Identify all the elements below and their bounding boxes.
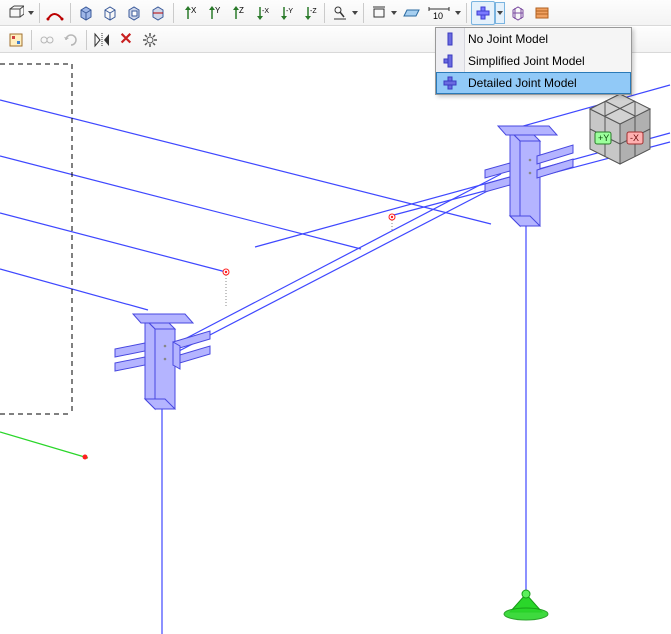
model-svg: +Y -X (0, 54, 671, 634)
delete-button[interactable]: ✕ (115, 29, 137, 51)
joint-simple-icon (440, 52, 460, 70)
microscope-button[interactable] (329, 2, 351, 24)
rotate-button[interactable] (60, 29, 82, 51)
toolbar-separator (86, 30, 87, 50)
axis-neg-x-button[interactable]: -X (250, 2, 272, 24)
menu-detailed-joint-model[interactable]: Detailed Joint Model (436, 72, 631, 94)
toolbar-separator (70, 3, 71, 23)
model-viewport[interactable]: +Y -X (0, 54, 671, 634)
box-cut-button[interactable] (123, 2, 145, 24)
isometric-dropdown-arrow[interactable] (27, 2, 35, 24)
joint-model-dropdown-arrow[interactable] (495, 2, 505, 24)
axis-neg-y-button[interactable]: -Y (274, 2, 296, 24)
gear-button[interactable] (139, 29, 161, 51)
isometric-view-button[interactable] (5, 2, 27, 24)
menu-item-label: Simplified Joint Model (468, 54, 625, 68)
svg-text:X: X (191, 6, 197, 15)
svg-text:10: 10 (433, 11, 443, 21)
axis-neg-z-button[interactable]: -Z (298, 2, 320, 24)
menu-simplified-joint-model[interactable]: Simplified Joint Model (436, 50, 631, 72)
microscope-dropdown-arrow[interactable] (351, 2, 359, 24)
joint-model-dropdown: No Joint Model Simplified Joint Model De… (435, 27, 632, 95)
joint-detail-icon (440, 74, 460, 92)
toolbar-separator (363, 3, 364, 23)
svg-text:Z: Z (239, 6, 244, 15)
main-toolbar: X Y Z -X -Y -Z 10 (0, 0, 671, 26)
box-solid-button[interactable] (75, 2, 97, 24)
box-select-button[interactable] (368, 2, 390, 24)
dim-dropdown-arrow[interactable] (454, 2, 462, 24)
axis-gizmo: +Y -X (590, 94, 650, 164)
svg-text:-X: -X (262, 8, 269, 15)
axis-z-button[interactable]: Z (226, 2, 248, 24)
toolbar-separator (31, 30, 32, 50)
dim-10-button[interactable]: 10 (424, 2, 454, 24)
render-button[interactable] (5, 29, 27, 51)
box-select-dropdown-arrow[interactable] (390, 2, 398, 24)
svg-text:-Z: -Z (310, 8, 317, 15)
menu-no-joint-model[interactable]: No Joint Model (436, 28, 631, 50)
stack-button[interactable] (531, 2, 553, 24)
toolbar-separator (173, 3, 174, 23)
plane-button[interactable] (400, 2, 422, 24)
box-slice-button[interactable] (147, 2, 169, 24)
section-button[interactable] (44, 2, 66, 24)
axis-x-button[interactable]: X (178, 2, 200, 24)
joint-model-button[interactable] (471, 1, 495, 25)
link-button[interactable] (36, 29, 58, 51)
axis-x-label: -X (630, 133, 639, 143)
menu-item-label: No Joint Model (468, 32, 625, 46)
menu-item-label: Detailed Joint Model (468, 76, 625, 90)
grid-3d-button[interactable] (507, 2, 529, 24)
axis-y-button[interactable]: Y (202, 2, 224, 24)
svg-text:Y: Y (215, 6, 221, 15)
delete-x-icon: ✕ (119, 32, 132, 48)
toolbar-separator (39, 3, 40, 23)
toolbar-separator (324, 3, 325, 23)
joint-none-icon (440, 30, 460, 48)
mirror-button[interactable] (91, 29, 113, 51)
box-wire-button[interactable] (99, 2, 121, 24)
joint-detailed-left (115, 314, 210, 409)
axis-y-label: +Y (598, 133, 609, 143)
support-icon (504, 590, 548, 620)
toolbar-separator (466, 3, 467, 23)
svg-text:-Y: -Y (286, 8, 293, 15)
